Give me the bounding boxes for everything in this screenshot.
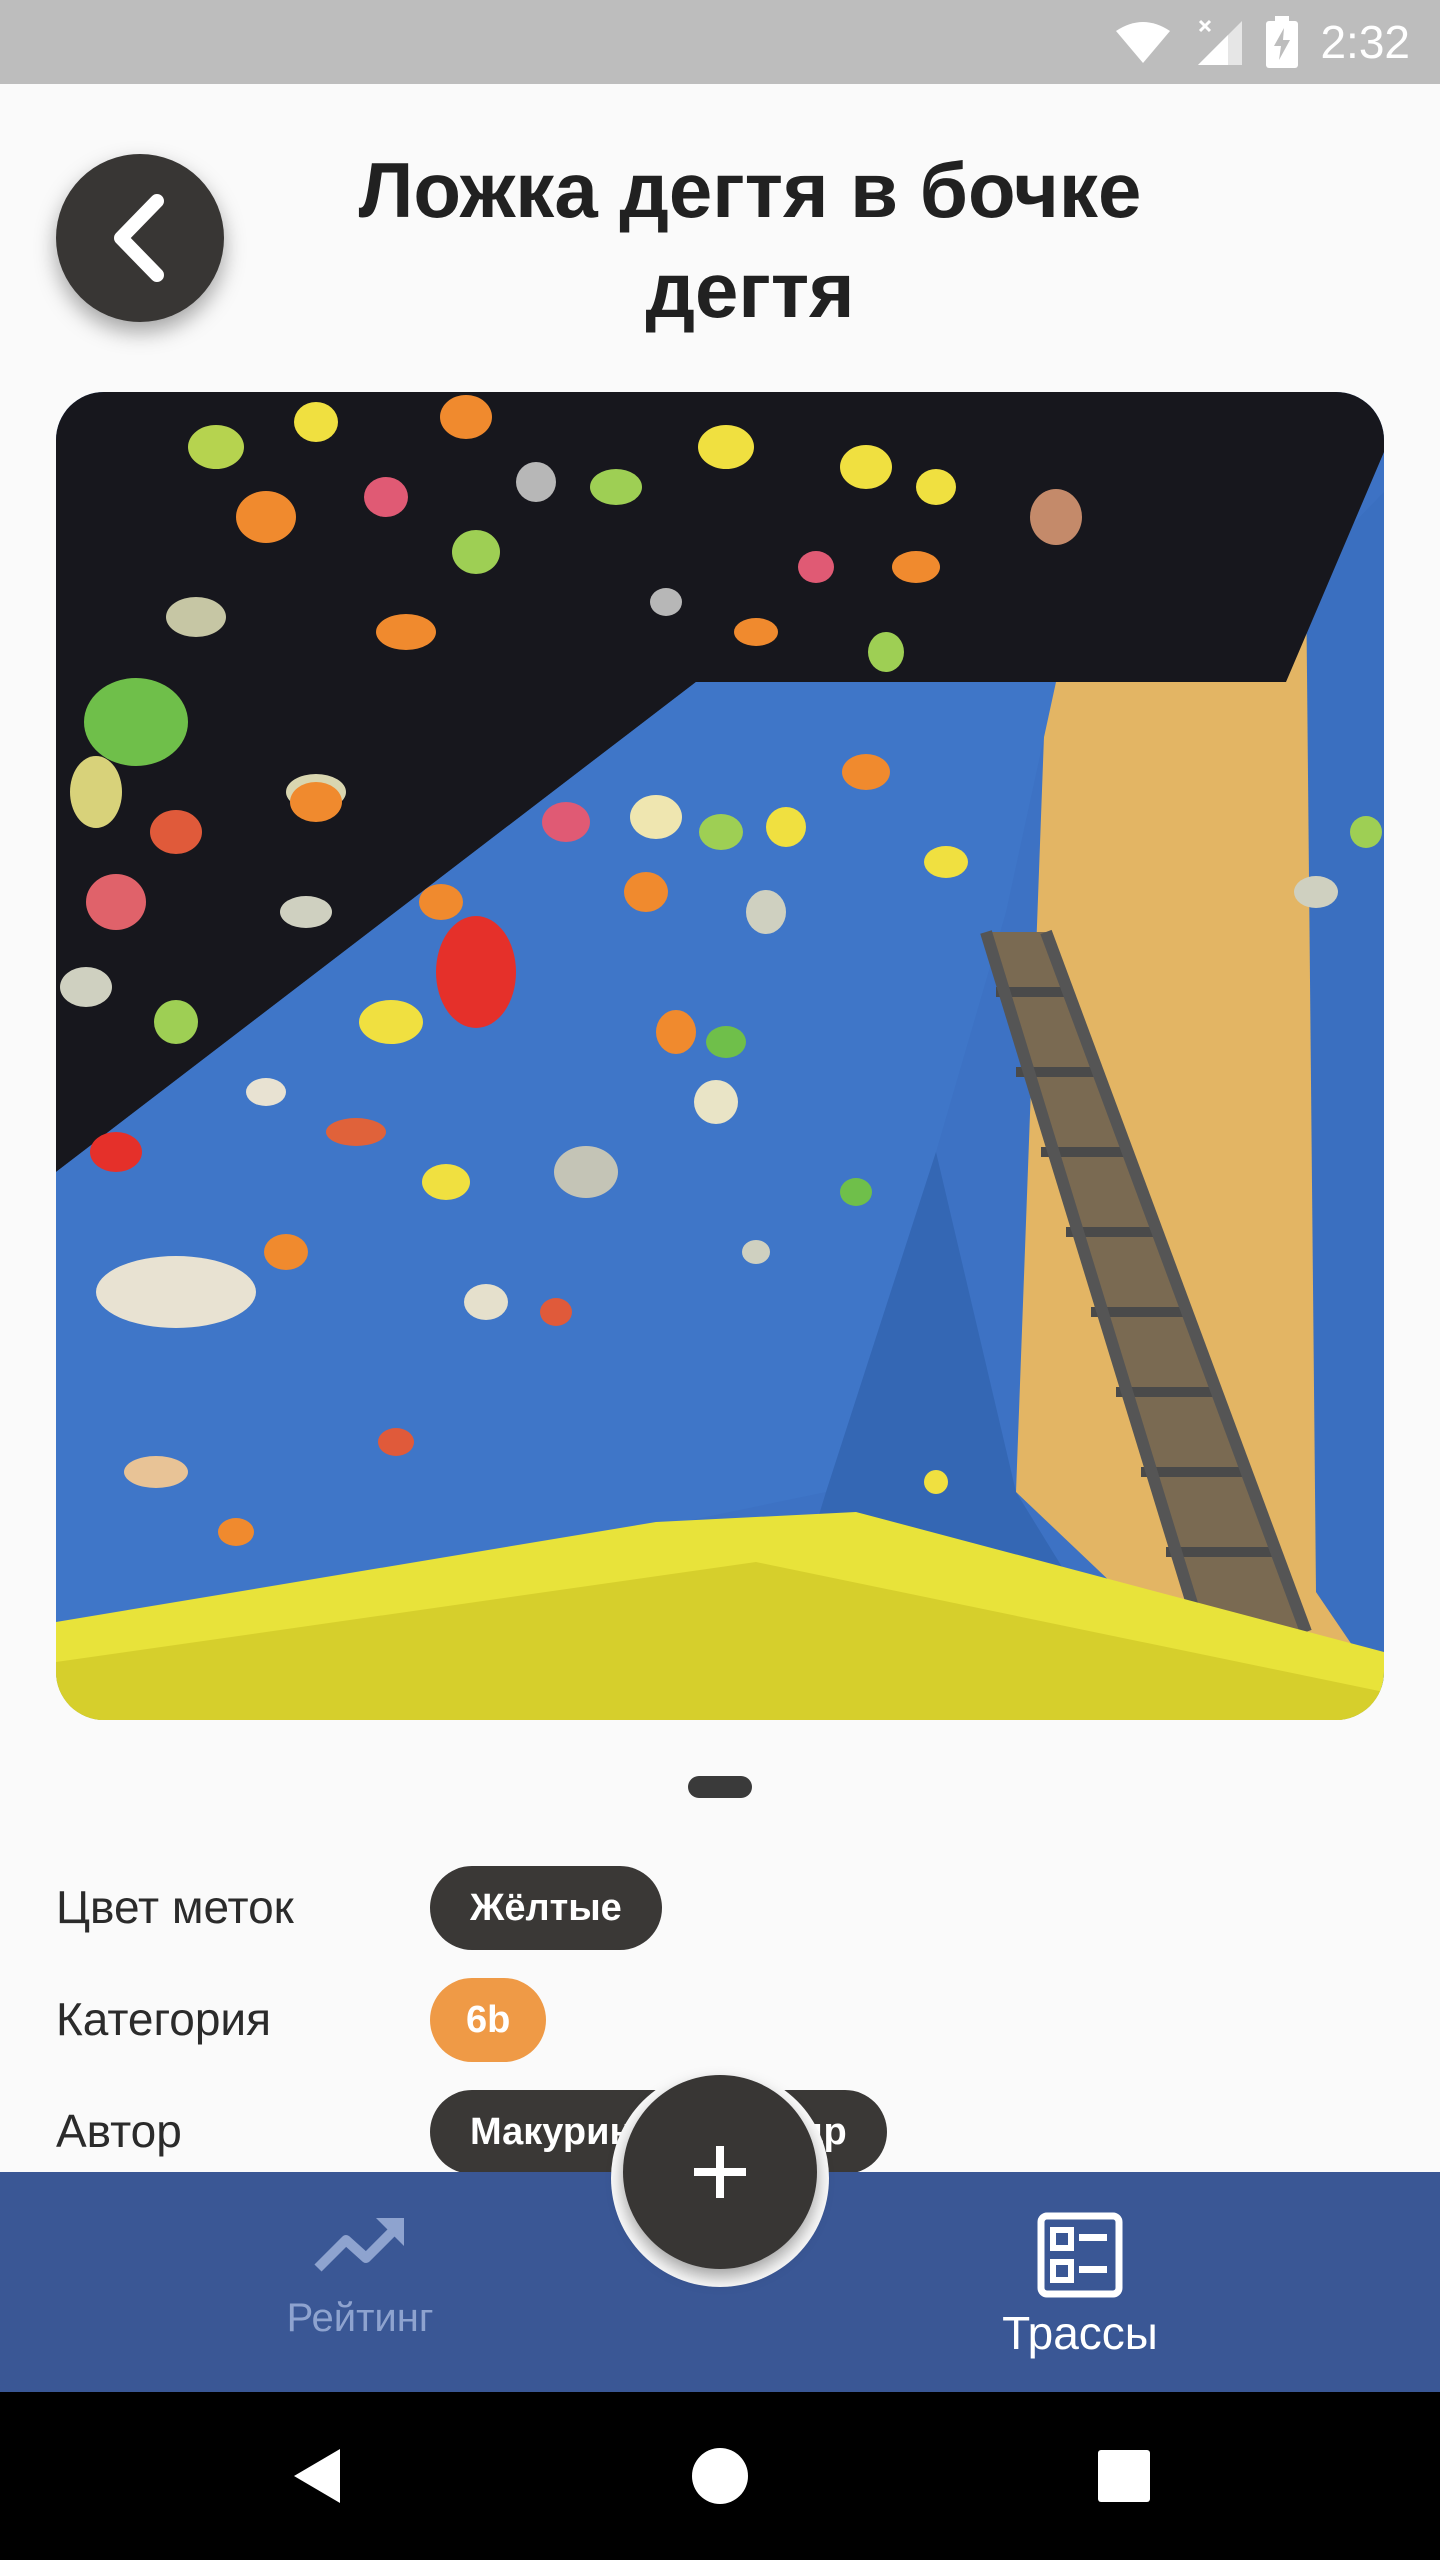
- trending-up-icon: [314, 2218, 404, 2272]
- plus-icon: [694, 2146, 746, 2198]
- category-label: Категория: [56, 1993, 272, 2045]
- wifi-icon: [1116, 22, 1171, 63]
- status-bar: 2:32: [0, 0, 1440, 84]
- route-photo[interactable]: [56, 392, 1384, 1720]
- recents-square-icon: [1098, 2450, 1150, 2502]
- author-label: Автор: [56, 2105, 182, 2157]
- nav-item-rating[interactable]: Рейтинг: [160, 2172, 560, 2392]
- back-button[interactable]: [56, 154, 224, 322]
- category-chip: 6b: [430, 1978, 547, 2062]
- marker-color-label: Цвет меток: [56, 1881, 294, 1933]
- add-route-button[interactable]: [623, 2075, 817, 2269]
- list-view-icon: [1037, 2212, 1123, 2298]
- signal-icon: [1198, 19, 1243, 65]
- home-circle-icon: [692, 2448, 748, 2504]
- marker-color-chip: Жёлтые: [430, 1866, 662, 1950]
- system-navigation-bar: [0, 2392, 1440, 2560]
- system-home-button[interactable]: [640, 2392, 800, 2560]
- system-back-button[interactable]: [236, 2392, 396, 2560]
- nav-label-routes: Трассы: [1002, 2307, 1158, 2359]
- page-title: Ложка дегтя в бочке дегтя: [358, 146, 1142, 334]
- page-indicator: [688, 1776, 752, 1798]
- app-screen: 2:32 Ложка дегтя в бочке дегтя Цвет мето…: [0, 0, 1440, 2560]
- nav-item-routes[interactable]: Трассы: [880, 2172, 1280, 2392]
- chevron-left-icon: [114, 194, 164, 282]
- system-recents-button[interactable]: [1044, 2392, 1204, 2560]
- status-time: 2:32: [1320, 16, 1410, 68]
- nav-label-rating: Рейтинг: [286, 2296, 434, 2340]
- battery-charging-icon: [1266, 16, 1299, 68]
- climbing-wall-image: [56, 392, 1384, 1720]
- back-triangle-icon: [294, 2449, 340, 2503]
